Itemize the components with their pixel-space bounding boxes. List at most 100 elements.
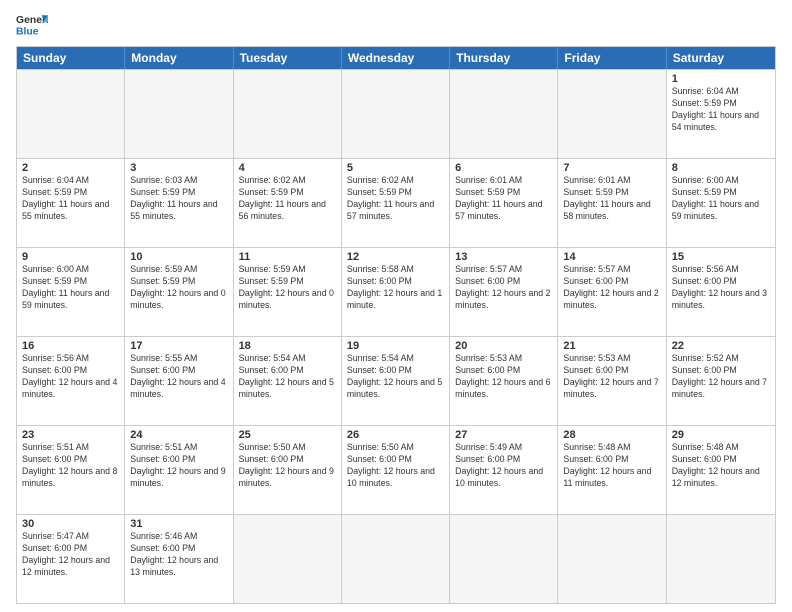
day-number: 25 (239, 429, 336, 441)
day-info: Sunrise: 5:57 AM Sunset: 6:00 PM Dayligh… (563, 264, 660, 312)
weekday-header-sunday: Sunday (17, 47, 125, 69)
day-number: 20 (455, 340, 552, 352)
weekday-header-tuesday: Tuesday (234, 47, 342, 69)
day-number: 23 (22, 429, 119, 441)
day-number: 12 (347, 251, 444, 263)
header: General Blue (16, 12, 776, 40)
calendar-cell: 6Sunrise: 6:01 AM Sunset: 5:59 PM Daylig… (450, 159, 558, 247)
day-info: Sunrise: 6:04 AM Sunset: 5:59 PM Dayligh… (672, 86, 770, 134)
day-number: 21 (563, 340, 660, 352)
day-info: Sunrise: 5:46 AM Sunset: 6:00 PM Dayligh… (130, 531, 227, 579)
generalblue-logo-icon: General Blue (16, 12, 48, 40)
day-number: 8 (672, 162, 770, 174)
calendar-cell: 12Sunrise: 5:58 AM Sunset: 6:00 PM Dayli… (342, 248, 450, 336)
calendar-cell: 29Sunrise: 5:48 AM Sunset: 6:00 PM Dayli… (667, 426, 775, 514)
day-number: 22 (672, 340, 770, 352)
calendar-cell: 31Sunrise: 5:46 AM Sunset: 6:00 PM Dayli… (125, 515, 233, 603)
day-info: Sunrise: 6:03 AM Sunset: 5:59 PM Dayligh… (130, 175, 227, 223)
calendar-cell: 20Sunrise: 5:53 AM Sunset: 6:00 PM Dayli… (450, 337, 558, 425)
day-info: Sunrise: 5:51 AM Sunset: 6:00 PM Dayligh… (130, 442, 227, 490)
day-number: 11 (239, 251, 336, 263)
day-number: 30 (22, 518, 119, 530)
calendar-cell: 23Sunrise: 5:51 AM Sunset: 6:00 PM Dayli… (17, 426, 125, 514)
day-info: Sunrise: 5:50 AM Sunset: 6:00 PM Dayligh… (347, 442, 444, 490)
day-number: 3 (130, 162, 227, 174)
day-info: Sunrise: 6:01 AM Sunset: 5:59 PM Dayligh… (563, 175, 660, 223)
day-number: 5 (347, 162, 444, 174)
day-number: 9 (22, 251, 119, 263)
page: General Blue SundayMondayTuesdayWednesda… (0, 0, 792, 612)
weekday-header-wednesday: Wednesday (342, 47, 450, 69)
calendar-cell: 21Sunrise: 5:53 AM Sunset: 6:00 PM Dayli… (558, 337, 666, 425)
day-number: 10 (130, 251, 227, 263)
calendar-cell (234, 515, 342, 603)
calendar-cell: 13Sunrise: 5:57 AM Sunset: 6:00 PM Dayli… (450, 248, 558, 336)
day-info: Sunrise: 6:02 AM Sunset: 5:59 PM Dayligh… (347, 175, 444, 223)
day-number: 28 (563, 429, 660, 441)
calendar-cell: 8Sunrise: 6:00 AM Sunset: 5:59 PM Daylig… (667, 159, 775, 247)
day-number: 7 (563, 162, 660, 174)
calendar-row-1: 1Sunrise: 6:04 AM Sunset: 5:59 PM Daylig… (17, 69, 775, 158)
calendar-cell: 22Sunrise: 5:52 AM Sunset: 6:00 PM Dayli… (667, 337, 775, 425)
day-info: Sunrise: 5:55 AM Sunset: 6:00 PM Dayligh… (130, 353, 227, 401)
calendar-cell: 24Sunrise: 5:51 AM Sunset: 6:00 PM Dayli… (125, 426, 233, 514)
calendar-cell (234, 70, 342, 158)
calendar-cell: 9Sunrise: 6:00 AM Sunset: 5:59 PM Daylig… (17, 248, 125, 336)
day-info: Sunrise: 5:47 AM Sunset: 6:00 PM Dayligh… (22, 531, 119, 579)
day-info: Sunrise: 6:01 AM Sunset: 5:59 PM Dayligh… (455, 175, 552, 223)
calendar-cell: 7Sunrise: 6:01 AM Sunset: 5:59 PM Daylig… (558, 159, 666, 247)
day-info: Sunrise: 5:59 AM Sunset: 5:59 PM Dayligh… (130, 264, 227, 312)
day-number: 14 (563, 251, 660, 263)
calendar-cell: 30Sunrise: 5:47 AM Sunset: 6:00 PM Dayli… (17, 515, 125, 603)
calendar-cell: 4Sunrise: 6:02 AM Sunset: 5:59 PM Daylig… (234, 159, 342, 247)
calendar-cell (667, 515, 775, 603)
day-number: 19 (347, 340, 444, 352)
day-info: Sunrise: 5:57 AM Sunset: 6:00 PM Dayligh… (455, 264, 552, 312)
day-info: Sunrise: 5:56 AM Sunset: 6:00 PM Dayligh… (22, 353, 119, 401)
day-info: Sunrise: 6:00 AM Sunset: 5:59 PM Dayligh… (672, 175, 770, 223)
day-number: 16 (22, 340, 119, 352)
calendar-row-6: 30Sunrise: 5:47 AM Sunset: 6:00 PM Dayli… (17, 514, 775, 603)
logo: General Blue (16, 12, 48, 40)
day-info: Sunrise: 5:51 AM Sunset: 6:00 PM Dayligh… (22, 442, 119, 490)
calendar-cell (342, 70, 450, 158)
weekday-header-monday: Monday (125, 47, 233, 69)
calendar-cell: 2Sunrise: 6:04 AM Sunset: 5:59 PM Daylig… (17, 159, 125, 247)
calendar-cell: 15Sunrise: 5:56 AM Sunset: 6:00 PM Dayli… (667, 248, 775, 336)
calendar-cell: 28Sunrise: 5:48 AM Sunset: 6:00 PM Dayli… (558, 426, 666, 514)
calendar-cell (558, 515, 666, 603)
day-info: Sunrise: 5:52 AM Sunset: 6:00 PM Dayligh… (672, 353, 770, 401)
day-number: 18 (239, 340, 336, 352)
day-number: 1 (672, 73, 770, 85)
day-info: Sunrise: 6:02 AM Sunset: 5:59 PM Dayligh… (239, 175, 336, 223)
calendar-cell: 16Sunrise: 5:56 AM Sunset: 6:00 PM Dayli… (17, 337, 125, 425)
weekday-header-saturday: Saturday (667, 47, 775, 69)
calendar-body: 1Sunrise: 6:04 AM Sunset: 5:59 PM Daylig… (17, 69, 775, 603)
calendar-cell (558, 70, 666, 158)
day-info: Sunrise: 5:48 AM Sunset: 6:00 PM Dayligh… (563, 442, 660, 490)
day-info: Sunrise: 6:04 AM Sunset: 5:59 PM Dayligh… (22, 175, 119, 223)
calendar-cell: 11Sunrise: 5:59 AM Sunset: 5:59 PM Dayli… (234, 248, 342, 336)
weekday-header-friday: Friday (558, 47, 666, 69)
calendar-cell (342, 515, 450, 603)
calendar-cell: 3Sunrise: 6:03 AM Sunset: 5:59 PM Daylig… (125, 159, 233, 247)
calendar-header: SundayMondayTuesdayWednesdayThursdayFrid… (17, 47, 775, 69)
day-number: 27 (455, 429, 552, 441)
day-number: 13 (455, 251, 552, 263)
day-number: 26 (347, 429, 444, 441)
calendar-cell: 17Sunrise: 5:55 AM Sunset: 6:00 PM Dayli… (125, 337, 233, 425)
day-info: Sunrise: 5:59 AM Sunset: 5:59 PM Dayligh… (239, 264, 336, 312)
day-number: 29 (672, 429, 770, 441)
calendar-cell: 5Sunrise: 6:02 AM Sunset: 5:59 PM Daylig… (342, 159, 450, 247)
day-number: 15 (672, 251, 770, 263)
calendar-row-4: 16Sunrise: 5:56 AM Sunset: 6:00 PM Dayli… (17, 336, 775, 425)
day-number: 4 (239, 162, 336, 174)
day-number: 6 (455, 162, 552, 174)
calendar-cell: 10Sunrise: 5:59 AM Sunset: 5:59 PM Dayli… (125, 248, 233, 336)
calendar-cell (450, 70, 558, 158)
calendar-row-3: 9Sunrise: 6:00 AM Sunset: 5:59 PM Daylig… (17, 247, 775, 336)
calendar-cell: 27Sunrise: 5:49 AM Sunset: 6:00 PM Dayli… (450, 426, 558, 514)
day-info: Sunrise: 6:00 AM Sunset: 5:59 PM Dayligh… (22, 264, 119, 312)
calendar: SundayMondayTuesdayWednesdayThursdayFrid… (16, 46, 776, 604)
calendar-cell: 25Sunrise: 5:50 AM Sunset: 6:00 PM Dayli… (234, 426, 342, 514)
